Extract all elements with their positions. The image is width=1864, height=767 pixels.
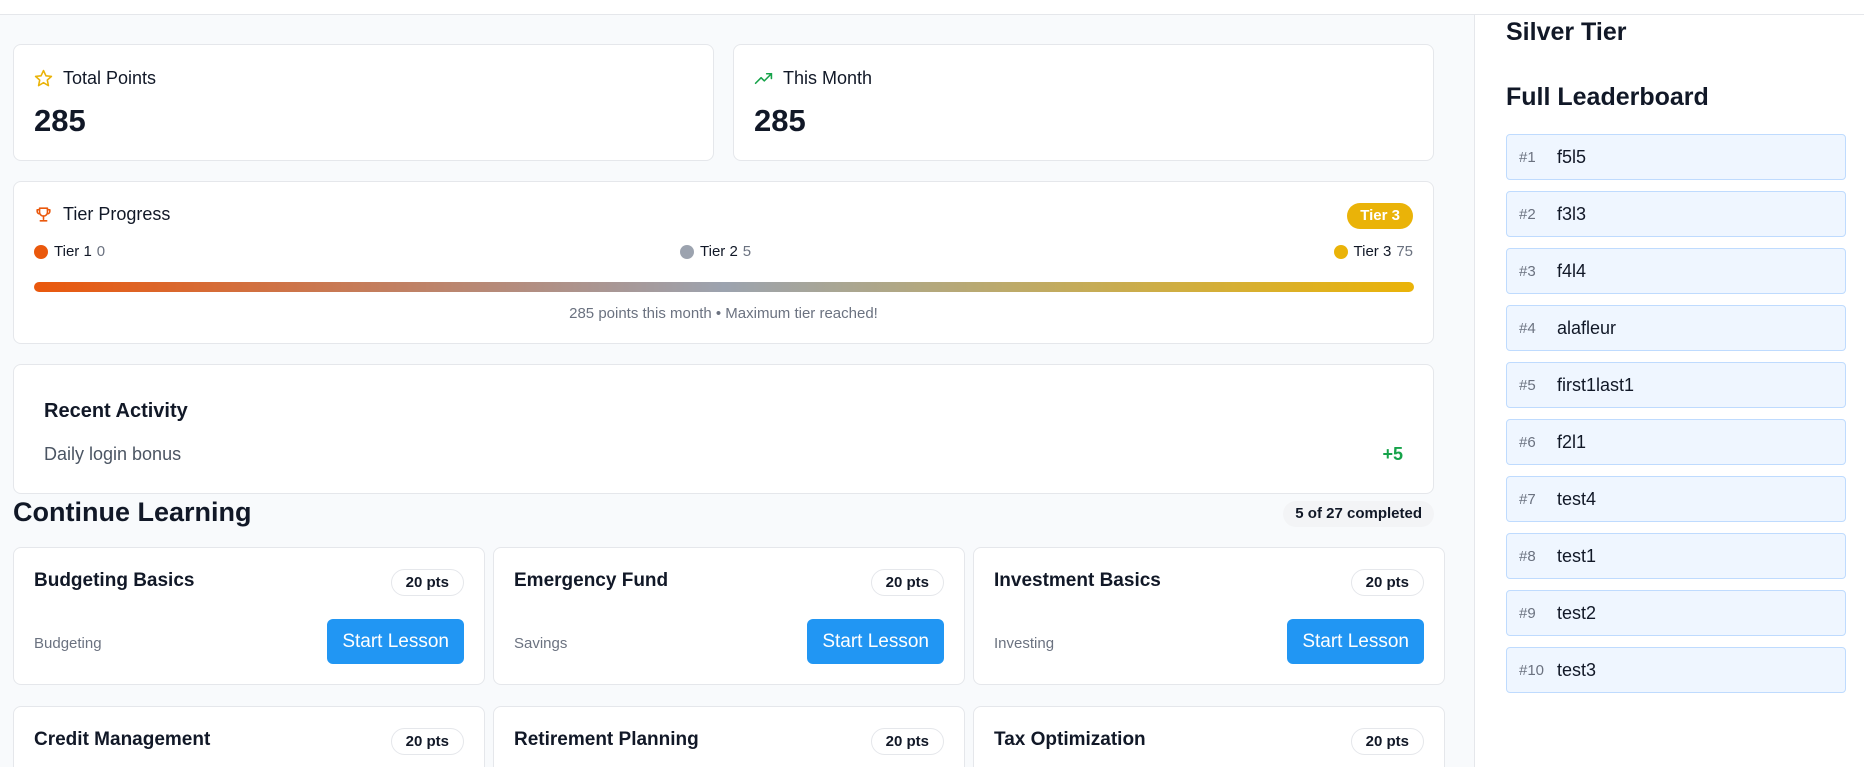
leaderboard-entry[interactable]: #7 test4 <box>1506 476 1846 522</box>
lesson-category: Investing <box>994 635 1055 652</box>
tier-marker-3: Tier 3 75 <box>1333 243 1413 260</box>
lesson-card: Credit Management 20 pts <box>13 706 485 767</box>
trending-up-icon <box>754 69 773 88</box>
total-points-label: Total Points <box>63 68 157 88</box>
leaderboard-username: f3l3 <box>1557 203 1587 224</box>
lesson-category: Budgeting <box>34 635 102 652</box>
current-tier-badge: Tier 3 <box>1347 203 1413 229</box>
lesson-points-badge: 20 pts <box>870 728 944 755</box>
leaderboard-rank: #1 <box>1519 148 1536 166</box>
tier-2-name: Tier 2 <box>700 243 738 260</box>
lesson-title: Emergency Fund <box>514 570 669 591</box>
lesson-card: Tax Optimization 20 pts <box>973 706 1445 767</box>
leaderboard-username: test3 <box>1557 659 1597 680</box>
trophy-icon <box>34 205 53 224</box>
lesson-title: Retirement Planning <box>514 729 699 750</box>
lesson-title: Investment Basics <box>994 570 1161 591</box>
leaderboard-entry[interactable]: #9 test2 <box>1506 590 1846 636</box>
leaderboard-rank: #7 <box>1519 490 1536 508</box>
leaderboard-rank: #2 <box>1519 205 1536 223</box>
tier-progress-card: Tier Progress Tier 3 Tier 1 0 Tier 2 5 T… <box>13 181 1434 344</box>
leaderboard-entry[interactable]: #5 first1last1 <box>1506 362 1846 408</box>
this-month-card: This Month 285 <box>733 44 1434 161</box>
tier-3-name: Tier 3 <box>1353 243 1392 260</box>
continue-learning-title: Continue Learning <box>13 497 252 527</box>
activity-points: +5 <box>1382 444 1403 464</box>
leaderboard-list: #1 f5l5 #2 f3l3 #3 f4l4 #4 alafleur #5 first1… <box>1506 134 1846 704</box>
tier-3-points: 75 <box>1396 243 1413 260</box>
leaderboard-username: f2l1 <box>1557 431 1587 452</box>
lesson-points-badge: 20 pts <box>1350 728 1424 755</box>
leaderboard-entry[interactable]: #6 f2l1 <box>1506 419 1846 465</box>
tier-progress-title: Tier Progress <box>63 204 171 224</box>
tier-progress-caption: 285 points this month • Maximum tier rea… <box>569 305 878 322</box>
leaderboard-username: first1last1 <box>1557 374 1635 395</box>
recent-activity-title: Recent Activity <box>44 400 188 422</box>
tier-marker-1: Tier 1 0 <box>34 243 105 260</box>
tier-progress-bar <box>34 282 1414 292</box>
leaderboard-rank: #5 <box>1519 376 1536 394</box>
leaderboard-rank: #8 <box>1519 547 1536 565</box>
tier-progress-fill <box>34 282 1414 292</box>
star-icon <box>34 69 53 88</box>
lesson-title: Tax Optimization <box>994 729 1146 750</box>
tier-1-name: Tier 1 <box>54 243 92 260</box>
current-tier-name: Silver Tier <box>1506 18 1627 46</box>
tier-2-points: 5 <box>742 243 752 260</box>
lesson-card: Retirement Planning 20 pts <box>493 706 965 767</box>
leaderboard-username: test1 <box>1557 545 1597 566</box>
this-month-value: 285 <box>754 103 806 138</box>
lesson-card: Budgeting Basics 20 pts Budgeting Start … <box>13 547 485 685</box>
leaderboard-username: f5l5 <box>1557 146 1587 167</box>
main-content: Total Points 285 This Month 285 Tier Pro… <box>13 44 1445 767</box>
lesson-card: Emergency Fund 20 pts Savings Start Less… <box>493 547 965 685</box>
leaderboard-entry[interactable]: #1 f5l5 <box>1506 134 1846 180</box>
activity-item: Daily login bonus +5 <box>44 444 1403 465</box>
lesson-points-badge: 20 pts <box>390 728 464 755</box>
top-header-bar <box>0 0 1864 15</box>
total-points-value: 285 <box>34 103 86 138</box>
activity-description: Daily login bonus <box>44 444 182 464</box>
start-lesson-button[interactable]: Start Lesson <box>327 619 464 664</box>
leaderboard-username: f4l4 <box>1557 260 1587 281</box>
lesson-title: Credit Management <box>34 729 211 750</box>
tier-3-dot <box>1333 244 1348 259</box>
leaderboard-entry[interactable]: #2 f3l3 <box>1506 191 1846 237</box>
leaderboard-rank: #9 <box>1519 604 1536 622</box>
lesson-card: Investment Basics 20 pts Investing Start… <box>973 547 1445 685</box>
leaderboard-entry[interactable]: #3 f4l4 <box>1506 248 1846 294</box>
this-month-label: This Month <box>783 68 873 88</box>
lesson-title: Budgeting Basics <box>34 570 195 591</box>
total-points-card: Total Points 285 <box>13 44 714 161</box>
leaderboard-rank: #6 <box>1519 433 1536 451</box>
tier-1-points: 0 <box>96 243 106 260</box>
leaderboard-entry[interactable]: #8 test1 <box>1506 533 1846 579</box>
start-lesson-button[interactable]: Start Lesson <box>807 619 944 664</box>
leaderboard-title: Full Leaderboard <box>1506 83 1709 111</box>
recent-activity-card: Recent Activity Daily login bonus +5 <box>13 364 1434 494</box>
start-lesson-button[interactable]: Start Lesson <box>1287 619 1424 664</box>
lesson-category: Savings <box>514 635 568 652</box>
lesson-points-badge: 20 pts <box>390 569 464 596</box>
leaderboard-entry[interactable]: #10 test3 <box>1506 647 1846 693</box>
leaderboard-rank: #3 <box>1519 262 1536 280</box>
tier-marker-2: Tier 2 5 <box>680 243 751 260</box>
leaderboard-username: test2 <box>1557 602 1597 623</box>
leaderboard-rank: #10 <box>1519 661 1545 679</box>
tier-2-dot <box>680 244 694 259</box>
leaderboard-sidebar: Silver Tier Full Leaderboard #1 f5l5 #2 f3… <box>1474 15 1864 767</box>
leaderboard-entry[interactable]: #4 alafleur <box>1506 305 1846 351</box>
leaderboard-username: alafleur <box>1557 317 1617 338</box>
leaderboard-rank: #4 <box>1519 319 1536 337</box>
lesson-points-badge: 20 pts <box>1350 569 1424 596</box>
leaderboard-username: test4 <box>1557 488 1597 509</box>
tier-1-dot <box>34 244 48 259</box>
lesson-points-badge: 20 pts <box>870 569 944 596</box>
lessons-completed-badge: 5 of 27 completed <box>1283 501 1434 527</box>
